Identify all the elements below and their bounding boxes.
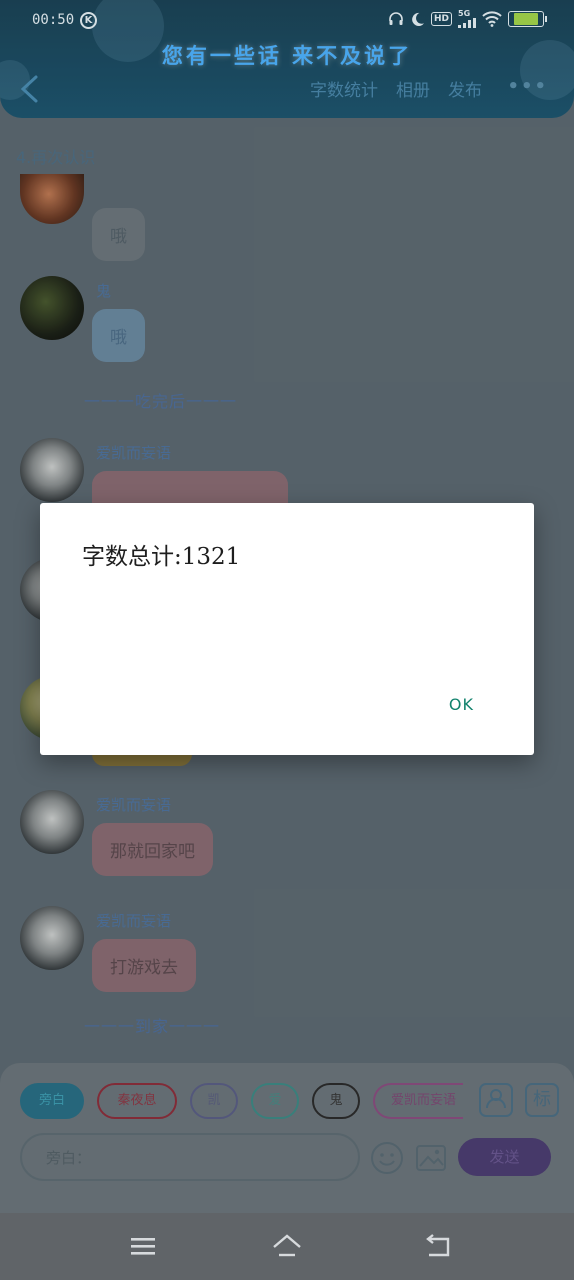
dialog-message: 字数总计:1321: [82, 544, 241, 570]
word-count-dialog: 字数总计:1321 OK: [40, 503, 534, 755]
menu-icon[interactable]: [128, 1231, 160, 1263]
back-icon[interactable]: [422, 1231, 454, 1263]
home-icon[interactable]: [271, 1231, 303, 1263]
ok-button[interactable]: OK: [449, 695, 474, 714]
system-nav-bar: [0, 1213, 574, 1280]
